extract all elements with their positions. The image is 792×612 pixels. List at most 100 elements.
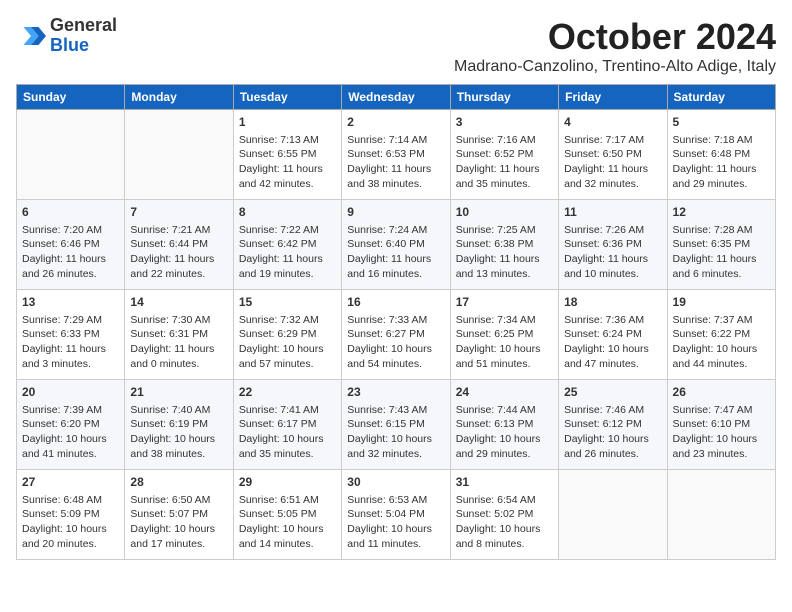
day-info: Sunrise: 7:32 AM Sunset: 6:29 PM Dayligh…: [239, 313, 336, 372]
calendar-cell: 30 Sunrise: 6:53 AM Sunset: 5:04 PM Dayli…: [342, 470, 450, 560]
day-number: 11: [564, 204, 661, 221]
day-info: Sunrise: 7:33 AM Sunset: 6:27 PM Dayligh…: [347, 313, 444, 372]
calendar-cell: 19 Sunrise: 7:37 AM Sunset: 6:22 PM Dayli…: [667, 290, 775, 380]
page-header: General Blue October 2024 Madrano-Canzol…: [16, 16, 776, 76]
calendar-cell: 12 Sunrise: 7:28 AM Sunset: 6:35 PM Dayli…: [667, 200, 775, 290]
day-number: 6: [22, 204, 119, 221]
calendar-cell: 15Sunrise: 7:32 AM Sunset: 6:29 PM Dayli…: [233, 290, 341, 380]
calendar-cell: 3Sunrise: 7:16 AM Sunset: 6:52 PM Daylig…: [450, 110, 558, 200]
calendar-cell: 11 Sunrise: 7:26 AM Sunset: 6:36 PM Dayli…: [559, 200, 667, 290]
day-number: 1: [239, 114, 336, 131]
day-info: Sunrise: 7:36 AM Sunset: 6:24 PM Dayligh…: [564, 313, 661, 372]
day-number: 27: [22, 474, 119, 491]
day-info: Sunrise: 7:21 AM Sunset: 6:44 PM Dayligh…: [130, 223, 227, 282]
day-number: 10: [456, 204, 553, 221]
day-info: Sunrise: 7:20 AM Sunset: 6:46 PM Dayligh…: [22, 223, 119, 282]
calendar-cell: 5Sunrise: 7:18 AM Sunset: 6:48 PM Daylig…: [667, 110, 775, 200]
calendar-cell: 16 Sunrise: 7:33 AM Sunset: 6:27 PM Dayli…: [342, 290, 450, 380]
calendar-week-row: 6 Sunrise: 7:20 AM Sunset: 6:46 PM Daylig…: [17, 200, 776, 290]
day-info: Sunrise: 7:29 AM Sunset: 6:33 PM Dayligh…: [22, 313, 119, 372]
calendar-cell: 6 Sunrise: 7:20 AM Sunset: 6:46 PM Daylig…: [17, 200, 125, 290]
day-number: 5: [673, 114, 770, 131]
day-info: Sunrise: 7:24 AM Sunset: 6:40 PM Dayligh…: [347, 223, 444, 282]
calendar-cell: [667, 470, 775, 560]
day-info: Sunrise: 7:40 AM Sunset: 6:19 PM Dayligh…: [130, 403, 227, 462]
calendar-cell: 25 Sunrise: 7:46 AM Sunset: 6:12 PM Dayli…: [559, 380, 667, 470]
calendar-week-row: 1 Sunrise: 7:13 AM Sunset: 6:55 PM Daylig…: [17, 110, 776, 200]
calendar-cell: 20Sunrise: 7:39 AM Sunset: 6:20 PM Dayli…: [17, 380, 125, 470]
day-number: 26: [673, 384, 770, 401]
weekday-header-sunday: Sunday: [17, 85, 125, 110]
calendar-cell: 29 Sunrise: 6:51 AM Sunset: 5:05 PM Dayli…: [233, 470, 341, 560]
calendar-cell: 17 Sunrise: 7:34 AM Sunset: 6:25 PM Dayli…: [450, 290, 558, 380]
calendar-table: SundayMondayTuesdayWednesdayThursdayFrid…: [16, 84, 776, 560]
day-number: 28: [130, 474, 227, 491]
day-info: Sunrise: 7:44 AM Sunset: 6:13 PM Dayligh…: [456, 403, 553, 462]
calendar-cell: 28 Sunrise: 6:50 AM Sunset: 5:07 PM Dayli…: [125, 470, 233, 560]
day-info: Sunrise: 7:37 AM Sunset: 6:22 PM Dayligh…: [673, 313, 770, 372]
logo: General Blue: [16, 16, 117, 56]
month-title: October 2024: [454, 16, 776, 58]
day-info: Sunrise: 7:43 AM Sunset: 6:15 PM Dayligh…: [347, 403, 444, 462]
day-number: 18: [564, 294, 661, 311]
day-info: Sunrise: 6:51 AM Sunset: 5:05 PM Dayligh…: [239, 493, 336, 552]
day-info: Sunrise: 7:14 AM Sunset: 6:53 PM Dayligh…: [347, 133, 444, 192]
day-number: 25: [564, 384, 661, 401]
calendar-cell: [125, 110, 233, 200]
calendar-cell: 24Sunrise: 7:44 AM Sunset: 6:13 PM Dayli…: [450, 380, 558, 470]
day-number: 8: [239, 204, 336, 221]
calendar-cell: 13 Sunrise: 7:29 AM Sunset: 6:33 PM Dayli…: [17, 290, 125, 380]
day-number: 17: [456, 294, 553, 311]
day-info: Sunrise: 7:22 AM Sunset: 6:42 PM Dayligh…: [239, 223, 336, 282]
calendar-cell: [17, 110, 125, 200]
calendar-cell: 7Sunrise: 7:21 AM Sunset: 6:44 PM Daylig…: [125, 200, 233, 290]
day-info: Sunrise: 7:41 AM Sunset: 6:17 PM Dayligh…: [239, 403, 336, 462]
day-info: Sunrise: 7:47 AM Sunset: 6:10 PM Dayligh…: [673, 403, 770, 462]
day-info: Sunrise: 7:17 AM Sunset: 6:50 PM Dayligh…: [564, 133, 661, 192]
weekday-header-saturday: Saturday: [667, 85, 775, 110]
day-number: 12: [673, 204, 770, 221]
weekday-header-row: SundayMondayTuesdayWednesdayThursdayFrid…: [17, 85, 776, 110]
calendar-cell: 27 Sunrise: 6:48 AM Sunset: 5:09 PM Dayli…: [17, 470, 125, 560]
calendar-cell: 10 Sunrise: 7:25 AM Sunset: 6:38 PM Dayli…: [450, 200, 558, 290]
day-number: 9: [347, 204, 444, 221]
day-number: 2: [347, 114, 444, 131]
weekday-header-wednesday: Wednesday: [342, 85, 450, 110]
day-info: Sunrise: 7:26 AM Sunset: 6:36 PM Dayligh…: [564, 223, 661, 282]
weekday-header-thursday: Thursday: [450, 85, 558, 110]
day-info: Sunrise: 6:48 AM Sunset: 5:09 PM Dayligh…: [22, 493, 119, 552]
day-number: 21: [130, 384, 227, 401]
day-number: 19: [673, 294, 770, 311]
calendar-cell: 4 Sunrise: 7:17 AM Sunset: 6:50 PM Daylig…: [559, 110, 667, 200]
day-info: Sunrise: 7:34 AM Sunset: 6:25 PM Dayligh…: [456, 313, 553, 372]
calendar-cell: 22Sunrise: 7:41 AM Sunset: 6:17 PM Dayli…: [233, 380, 341, 470]
day-info: Sunrise: 7:46 AM Sunset: 6:12 PM Dayligh…: [564, 403, 661, 462]
weekday-header-monday: Monday: [125, 85, 233, 110]
calendar-cell: 31Sunrise: 6:54 AM Sunset: 5:02 PM Dayli…: [450, 470, 558, 560]
day-number: 14: [130, 294, 227, 311]
day-info: Sunrise: 7:25 AM Sunset: 6:38 PM Dayligh…: [456, 223, 553, 282]
day-number: 30: [347, 474, 444, 491]
calendar-cell: 1 Sunrise: 7:13 AM Sunset: 6:55 PM Daylig…: [233, 110, 341, 200]
weekday-header-tuesday: Tuesday: [233, 85, 341, 110]
calendar-cell: [559, 470, 667, 560]
day-info: Sunrise: 7:30 AM Sunset: 6:31 PM Dayligh…: [130, 313, 227, 372]
calendar-cell: 18 Sunrise: 7:36 AM Sunset: 6:24 PM Dayli…: [559, 290, 667, 380]
day-info: Sunrise: 6:50 AM Sunset: 5:07 PM Dayligh…: [130, 493, 227, 552]
day-number: 16: [347, 294, 444, 311]
calendar-cell: 21 Sunrise: 7:40 AM Sunset: 6:19 PM Dayli…: [125, 380, 233, 470]
calendar-cell: 9 Sunrise: 7:24 AM Sunset: 6:40 PM Daylig…: [342, 200, 450, 290]
day-number: 13: [22, 294, 119, 311]
day-info: Sunrise: 6:54 AM Sunset: 5:02 PM Dayligh…: [456, 493, 553, 552]
day-number: 23: [347, 384, 444, 401]
calendar-cell: 26 Sunrise: 7:47 AM Sunset: 6:10 PM Dayli…: [667, 380, 775, 470]
day-number: 3: [456, 114, 553, 131]
day-info: Sunrise: 7:28 AM Sunset: 6:35 PM Dayligh…: [673, 223, 770, 282]
day-number: 4: [564, 114, 661, 131]
day-number: 29: [239, 474, 336, 491]
title-block: October 2024 Madrano-Canzolino, Trentino…: [454, 16, 776, 76]
day-info: Sunrise: 6:53 AM Sunset: 5:04 PM Dayligh…: [347, 493, 444, 552]
calendar-week-row: 20Sunrise: 7:39 AM Sunset: 6:20 PM Dayli…: [17, 380, 776, 470]
calendar-week-row: 13 Sunrise: 7:29 AM Sunset: 6:33 PM Dayli…: [17, 290, 776, 380]
day-info: Sunrise: 7:13 AM Sunset: 6:55 PM Dayligh…: [239, 133, 336, 192]
